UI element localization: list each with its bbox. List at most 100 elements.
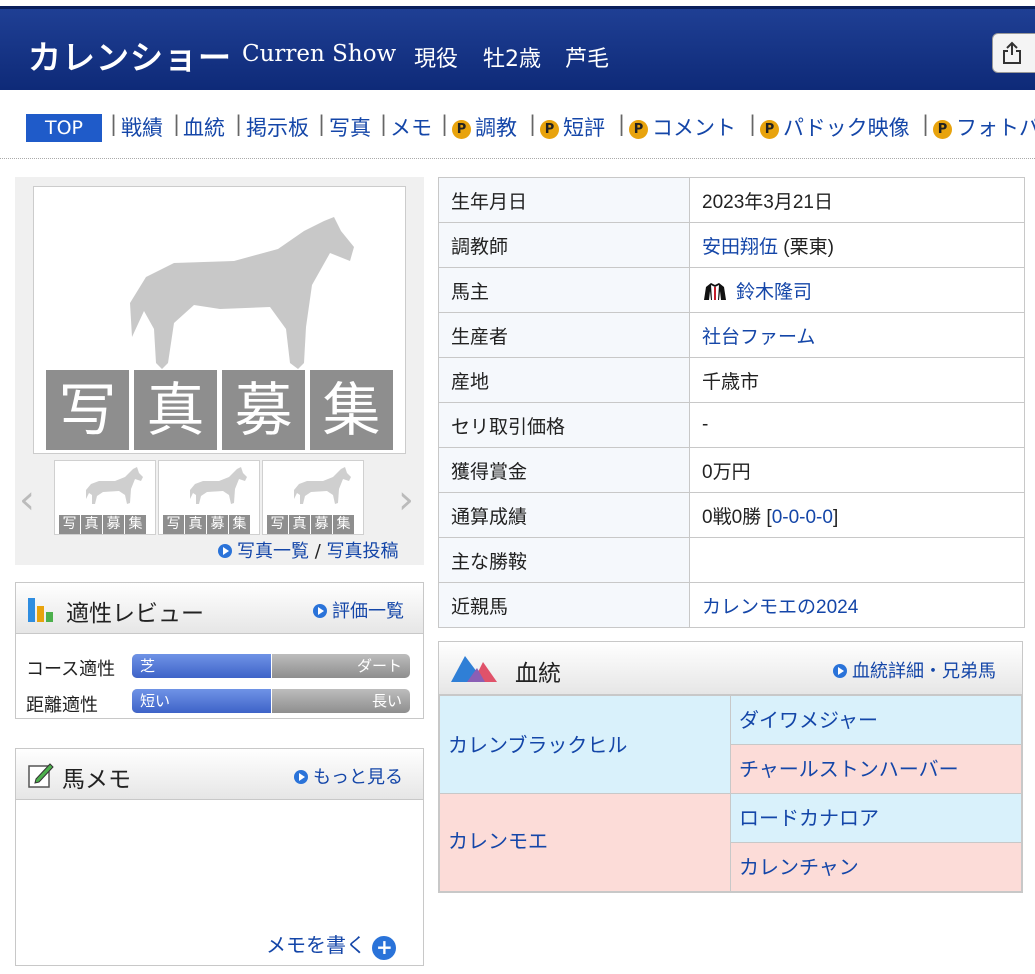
horse-profile-table: 生年月日 2023年3月21日 調教師 安田翔伍 (栗東) 馬主 鈴木隆司 生産… (438, 177, 1025, 628)
breeder-link[interactable]: 社台ファーム (702, 327, 815, 348)
aptitude-header: 適性レビュー 評価一覧 (16, 583, 423, 634)
memo-more-link[interactable]: もっと見る (294, 763, 403, 789)
banner-char: 募 (222, 370, 305, 450)
photo-links: 写真一覧 / 写真投稿 (218, 537, 399, 563)
nav-separator: | (110, 112, 118, 136)
horse-silhouette-icon (86, 467, 143, 504)
premium-icon: P (933, 120, 952, 139)
table-row: 生産者 社台ファーム (438, 312, 1025, 358)
nav-separator: | (235, 112, 243, 136)
table-row: セリ取引価格 - (438, 402, 1025, 448)
pedigree-header: 血統 血統詳細・兄弟馬 (439, 642, 1022, 695)
photo-post-link[interactable]: 写真投稿 (327, 541, 399, 562)
pedigree-sire-sire[interactable]: ダイワメジャー (730, 695, 1022, 745)
table-row: 生年月日 2023年3月21日 (438, 177, 1025, 223)
course-aptitude-bar: 芝 ダート (132, 654, 410, 678)
record-detail-link[interactable]: 0-0-0-0 (772, 507, 833, 528)
horse-name-en: Curren Show (242, 41, 397, 67)
trainer-link[interactable]: 安田翔伍 (702, 237, 778, 258)
owner-link[interactable]: 鈴木隆司 (736, 282, 812, 303)
main-photo[interactable]: 写 真 募 集 (33, 186, 406, 454)
pedigree-dam-dam[interactable]: カレンチャン (730, 842, 1022, 892)
tab-memo[interactable]: メモ (390, 112, 432, 142)
nav-separator: | (173, 112, 181, 136)
aptitude-review-panel: 適性レビュー 評価一覧 コース適性 芝 ダート 距離適性 短い 長い (15, 582, 424, 719)
tab-short-review[interactable]: P 短評 (540, 112, 605, 142)
course-aptitude-label: コース適性 (26, 659, 116, 680)
photo-thumbnail[interactable]: 写真募集 (158, 460, 260, 535)
origin-label: 産地 (438, 357, 690, 403)
share-button[interactable] (992, 33, 1035, 73)
wins-label: 主な勝鞍 (438, 537, 690, 583)
relative-value: カレンモエの2024 (689, 582, 1025, 628)
owner-silks-icon (704, 282, 726, 300)
photo-thumbnail[interactable]: 写真募集 (262, 460, 364, 535)
plus-circle-icon: + (372, 936, 397, 960)
premium-icon: P (540, 120, 559, 139)
tab-results[interactable]: 戦績 (121, 112, 163, 142)
pedigree-detail-link[interactable]: 血統詳細・兄弟馬 (833, 657, 996, 683)
aptitude-title: 適性レビュー (66, 601, 204, 627)
arrow-circle-icon (218, 544, 232, 558)
tab-paddock-video[interactable]: P パドック映像 (760, 112, 910, 142)
birth-label: 生年月日 (438, 177, 690, 223)
pedigree-dam-sire[interactable]: ロードカナロア (730, 793, 1022, 843)
memo-header: 馬メモ もっと見る (16, 749, 423, 800)
relative-label: 近親馬 (438, 582, 690, 628)
table-row: 主な勝鞍 (438, 537, 1025, 583)
write-memo-link[interactable]: メモを書く + (266, 929, 397, 960)
horse-silhouette-icon (190, 467, 247, 504)
pedigree-logo-icon (451, 656, 497, 682)
pedigree-sire-dam[interactable]: チャールストンハーバー (730, 744, 1022, 794)
photo-list-link[interactable]: 写真一覧 (237, 541, 309, 562)
thumb-caption: 写真募集 (163, 513, 250, 534)
auction-label: セリ取引価格 (438, 402, 690, 448)
thumb-caption: 写真募集 (59, 513, 146, 534)
banner-char: 写 (46, 370, 129, 450)
trainer-label: 調教師 (438, 222, 690, 268)
owner-value: 鈴木隆司 (689, 267, 1025, 313)
nav-divider (0, 158, 1035, 159)
pedigree-panel: 血統 血統詳細・兄弟馬 カレンブラックヒル ダイワメジャー チャールストンハーバ… (438, 641, 1023, 893)
pedigree-dam[interactable]: カレンモエ (439, 793, 731, 892)
horse-memo-panel: 馬メモ もっと見る メモを書く + (15, 748, 424, 966)
pedigree-title: 血統 (515, 661, 561, 687)
distance-aptitude-bar: 短い 長い (132, 689, 410, 713)
photo-next-arrow-icon[interactable]: › (398, 477, 414, 523)
tab-photos[interactable]: 写真 (329, 112, 371, 142)
tab-training[interactable]: P 調教 (452, 112, 517, 142)
relative-link[interactable]: カレンモエの2024 (702, 597, 858, 618)
arrow-circle-icon (313, 604, 327, 618)
rating-list-link[interactable]: 評価一覧 (313, 597, 404, 623)
tab-pedigree[interactable]: 血統 (183, 112, 225, 142)
birth-value: 2023年3月21日 (689, 177, 1025, 223)
nav-separator: | (618, 112, 626, 136)
breeder-value: 社台ファーム (689, 312, 1025, 358)
table-row: 近親馬 カレンモエの2024 (438, 582, 1025, 628)
link-separator: / (314, 541, 321, 562)
photo-thumbnail[interactable]: 写真募集 (54, 460, 156, 535)
tab-comment[interactable]: P コメント (629, 112, 736, 142)
distance-aptitude-label: 距離適性 (26, 695, 98, 716)
table-row: 馬主 鈴木隆司 (438, 267, 1025, 313)
photo-section: 写 真 募 集 ‹ › 写真募集 写真募集 写真募集 写真一覧 / 写真投稿 (15, 177, 424, 565)
premium-icon: P (629, 120, 648, 139)
pedigree-sire[interactable]: カレンブラックヒル (439, 695, 731, 794)
prize-value: 0万円 (689, 447, 1025, 493)
horse-nav: TOP | 戦績 | 血統 | 掲示板 | 写真 | メモ | P 調教 | P短… (0, 108, 1035, 148)
tab-board[interactable]: 掲示板 (246, 112, 309, 142)
wins-value (689, 537, 1025, 583)
photo-wanted-banner: 写 真 募 集 (46, 370, 393, 452)
trainer-region: (栗東) (783, 236, 834, 258)
record-label: 通算成績 (438, 492, 690, 538)
tab-photo-paddock[interactable]: P フォトパ (933, 112, 1035, 142)
bar-right-label: 長い (371, 692, 402, 710)
memo-edit-icon (28, 763, 54, 788)
horse-silhouette-icon (294, 467, 351, 504)
table-row: 調教師 安田翔伍 (栗東) (438, 222, 1025, 268)
table-row: 産地 千歳市 (438, 357, 1025, 403)
horse-status: 現役 (414, 47, 459, 72)
auction-value: - (689, 402, 1025, 448)
photo-prev-arrow-icon[interactable]: ‹ (19, 477, 35, 523)
tab-top[interactable]: TOP (26, 114, 102, 142)
